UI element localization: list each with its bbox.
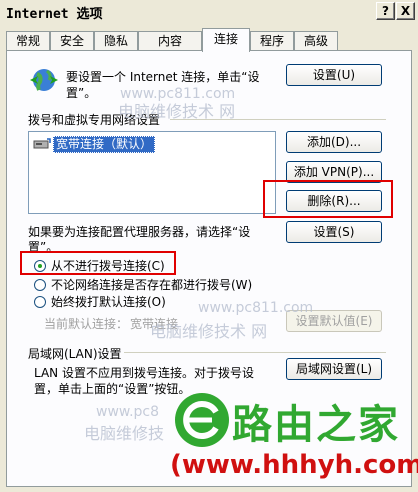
watermark-caption: 电脑维修技术 网 <box>150 322 268 341</box>
lan-text-line1: LAN 设置不应用到拨号连接。对于拨号设 <box>34 366 254 380</box>
setup-button[interactable]: 设置(U) <box>286 64 382 86</box>
add-connection-button[interactable]: 添加(D)... <box>286 131 382 153</box>
internet-globe-icon <box>30 69 58 91</box>
brand-logo-icon <box>175 393 229 447</box>
connection-list[interactable]: 宽带连接（默认） <box>28 131 276 214</box>
radio-dial-when-no-network[interactable]: 不论网络连接是否存在都进行拨号(W) <box>34 276 252 293</box>
title-bar: Internet 选项 ? X <box>0 0 418 24</box>
list-item[interactable]: 宽带连接（默认） <box>33 135 156 153</box>
tab-connections[interactable]: 连接 <box>202 28 250 52</box>
window-title: Internet 选项 <box>6 7 103 22</box>
lan-text-line2: 置，单击上面的“设置”按钮。 <box>34 382 191 396</box>
tab-privacy[interactable]: 隐私 <box>94 31 138 51</box>
brand-url: (www.hhhyh.com) <box>170 450 418 480</box>
setup-text-line2: 置”。 <box>66 86 97 100</box>
proxy-text-line1: 如果要为连接配置代理服务器，请选择“设 <box>28 225 251 239</box>
brand-watermark: 路由之家 (www.hhhyh.com) <box>168 390 418 492</box>
tab-strip: 常规 安全 隐私 内容 连接 程序 高级 <box>6 28 412 52</box>
highlight-delete-box <box>263 180 393 218</box>
lan-divider <box>124 352 386 353</box>
proxy-settings-button[interactable]: 设置(S) <box>286 221 382 243</box>
setup-text-line1: 要设置一个 Internet 连接，单击“设 <box>66 70 260 84</box>
close-button[interactable]: X <box>396 2 415 20</box>
tab-advanced[interactable]: 高级 <box>294 31 338 51</box>
tab-general[interactable]: 常规 <box>6 31 50 51</box>
radio-indicator[interactable] <box>34 295 46 308</box>
radio-indicator[interactable] <box>34 278 46 291</box>
radio-dial-when-no-network-label: 不论网络连接是否存在都进行拨号(W) <box>51 278 253 292</box>
help-button[interactable]: ? <box>376 2 395 20</box>
broadband-connection-icon <box>33 138 51 149</box>
current-default-label: 当前默认连接： <box>44 317 129 331</box>
watermark-site: www.pc811.com <box>198 300 314 316</box>
radio-always-dial-default[interactable]: 始终拨打默认连接(O) <box>34 293 166 310</box>
lan-settings-button[interactable]: 局域网设置(L) <box>286 358 382 380</box>
lan-heading: 局域网(LAN)设置 <box>28 347 122 361</box>
highlight-never-dial-box <box>20 251 176 275</box>
connection-item-label: 宽带连接（默认） <box>53 135 156 153</box>
radio-always-dial-default-label: 始终拨打默认连接(O) <box>51 295 166 309</box>
watermark-site: www.pc8 <box>96 404 160 420</box>
watermark-caption: 电脑维修技术 网 <box>118 102 236 121</box>
watermark-caption: 电脑维修技 <box>84 424 165 443</box>
tab-programs[interactable]: 程序 <box>250 31 294 51</box>
tab-security[interactable]: 安全 <box>50 31 94 51</box>
tab-content[interactable]: 内容 <box>138 31 202 51</box>
brand-name: 路由之家 <box>232 402 400 448</box>
